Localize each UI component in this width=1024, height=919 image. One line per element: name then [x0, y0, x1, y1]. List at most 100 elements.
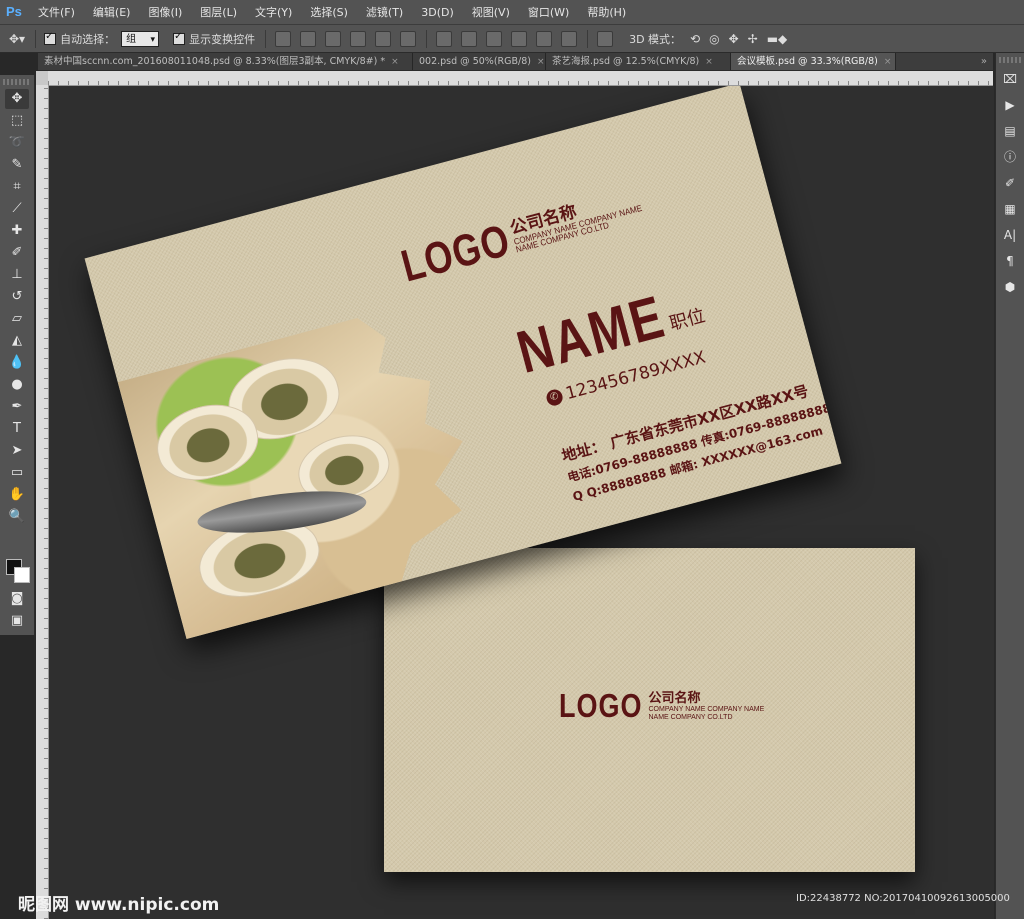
screen-mode-icon[interactable]: ▣: [5, 611, 29, 631]
tab-document-3[interactable]: 茶艺海报.psd @ 12.5%(CMYK/8) ×: [546, 53, 731, 70]
eyedropper-tool-icon[interactable]: ⟋: [5, 199, 29, 219]
menu-window[interactable]: 窗口(W): [528, 4, 569, 20]
align-left-button[interactable]: [350, 30, 367, 47]
back-company-name-en-2: NAME COMPANY CO.LTD: [648, 713, 733, 721]
gradient-tool-icon[interactable]: ◭: [5, 331, 29, 351]
phone-icon: ✆: [544, 387, 565, 408]
tab-document-1[interactable]: 素材中国sccnn.com_201608011048.psd @ 8.33%(图…: [38, 53, 413, 70]
move-tool-icon[interactable]: ✥: [5, 89, 29, 109]
close-icon[interactable]: ×: [884, 57, 892, 67]
tab-label: 茶艺海报.psd @ 12.5%(CMYK/8): [552, 56, 700, 67]
front-logo-text: LOGO: [395, 213, 516, 292]
close-icon[interactable]: ×: [537, 57, 545, 67]
crop-tool-icon[interactable]: ⌗: [5, 177, 29, 197]
menu-view[interactable]: 视图(V): [472, 4, 510, 20]
roll-3d-icon[interactable]: ◎: [709, 32, 719, 46]
watermark-right: ID:22438772 NO:20170410092613005000: [796, 893, 1010, 904]
tab-document-2[interactable]: 002.psd @ 50%(RGB/8) ×: [413, 53, 546, 70]
scale-3d-icon[interactable]: ▬◆: [767, 32, 788, 46]
brush-presets-panel-icon[interactable]: ▦: [1000, 199, 1020, 219]
toolbox-grip[interactable]: [3, 79, 31, 85]
distribute-hcenter-button[interactable]: [536, 30, 553, 47]
eraser-tool-icon[interactable]: ▱: [5, 309, 29, 329]
hand-tool-icon[interactable]: ✋: [5, 485, 29, 505]
brush-panel-icon[interactable]: ✐: [1000, 173, 1020, 193]
align-bottom-button[interactable]: [325, 30, 342, 47]
background-color-swatch[interactable]: [14, 567, 30, 583]
align-hcenter-button[interactable]: [375, 30, 392, 47]
zoom-tool-icon[interactable]: 🔍: [5, 507, 29, 527]
divider: [426, 29, 428, 48]
auto-select-checkbox[interactable]: 自动选择：: [44, 31, 115, 47]
auto-align-button[interactable]: [597, 30, 614, 47]
tabs-overflow-button[interactable]: »: [975, 53, 993, 70]
lasso-tool-icon[interactable]: ➰: [5, 133, 29, 153]
character-panel-icon[interactable]: A|: [1000, 225, 1020, 245]
distribute-vcenter-button[interactable]: [461, 30, 478, 47]
photoshop-logo: Ps: [6, 4, 22, 19]
ruler-origin[interactable]: [36, 71, 48, 85]
menu-3d[interactable]: 3D(D): [421, 6, 454, 19]
distribute-bottom-button[interactable]: [486, 30, 503, 47]
document-canvas[interactable]: LOGO 公司名称 COMPANY NAME COMPANY NAME NAME…: [49, 86, 994, 919]
menu-help[interactable]: 帮助(H): [587, 4, 626, 20]
3d-panel-icon[interactable]: ⬢: [1000, 277, 1020, 297]
show-transform-checkbox[interactable]: 显示变换控件: [173, 31, 255, 47]
info-panel-icon[interactable]: ⓘ: [1000, 147, 1020, 167]
history-panel-icon[interactable]: ⌧: [1000, 69, 1020, 89]
align-top-button[interactable]: [275, 30, 292, 47]
stamp-tool-icon[interactable]: ⊥: [5, 265, 29, 285]
menu-layer[interactable]: 图层(L): [200, 4, 237, 20]
back-logo-text: LOGO: [559, 687, 643, 725]
blur-tool-icon[interactable]: 💧: [5, 353, 29, 373]
type-tool-icon[interactable]: T: [5, 419, 29, 439]
business-card-back: LOGO 公司名称 COMPANY NAME COMPANY NAME NAME…: [384, 548, 915, 872]
menu-bar: Ps 文件(F) 编辑(E) 图像(I) 图层(L) 文字(Y) 选择(S) 滤…: [0, 0, 1024, 25]
marquee-tool-icon[interactable]: ⬚: [5, 111, 29, 131]
quick-select-tool-icon[interactable]: ✎: [5, 155, 29, 175]
tab-label: 会议模板.psd @ 33.3%(RGB/8): [737, 56, 878, 67]
checkbox-icon: [44, 31, 57, 45]
actions-panel-icon[interactable]: ▶: [1000, 95, 1020, 115]
history-brush-tool-icon[interactable]: ↺: [5, 287, 29, 307]
menu-image[interactable]: 图像(I): [148, 4, 182, 20]
checkbox-icon: [173, 31, 186, 45]
menu-type[interactable]: 文字(Y): [255, 4, 292, 20]
distribute-top-button[interactable]: [436, 30, 453, 47]
distribute-right-button[interactable]: [561, 30, 578, 47]
menu-filter[interactable]: 滤镜(T): [366, 4, 403, 20]
dodge-tool-icon[interactable]: ●: [5, 375, 29, 395]
options-bar: ✥▾ 自动选择： 组 显示变换控件 3D 模式： ⟲ ◎ ✥ ✢ ▬◆: [0, 25, 1024, 53]
rotate-3d-icon[interactable]: ⟲: [690, 32, 700, 46]
align-right-button[interactable]: [400, 30, 417, 47]
back-company-name-cn: 公司名称: [648, 690, 701, 706]
distribute-left-button[interactable]: [511, 30, 528, 47]
slide-3d-icon[interactable]: ✢: [748, 32, 758, 46]
horizontal-ruler[interactable]: [48, 71, 993, 86]
divider: [265, 29, 267, 48]
drag-3d-icon[interactable]: ✥: [729, 32, 739, 46]
watermark-left: 昵图网 www.nipic.com: [18, 895, 220, 915]
dock-grip[interactable]: [999, 57, 1022, 63]
shape-tool-icon[interactable]: ▭: [5, 463, 29, 483]
auto-select-dropdown[interactable]: 组: [121, 30, 160, 48]
tab-label: 002.psd @ 50%(RGB/8): [419, 56, 531, 67]
vertical-ruler[interactable]: [36, 85, 49, 919]
brush-tool-icon[interactable]: ✐: [5, 243, 29, 263]
quick-mask-icon[interactable]: ◙: [5, 589, 29, 609]
paragraph-panel-icon[interactable]: ¶: [1000, 251, 1020, 271]
job-title: 职位: [667, 305, 708, 335]
menu-select[interactable]: 选择(S): [310, 4, 348, 20]
close-icon[interactable]: ×: [391, 57, 399, 67]
pen-tool-icon[interactable]: ✒: [5, 397, 29, 417]
menu-file[interactable]: 文件(F): [38, 4, 75, 20]
close-icon[interactable]: ×: [705, 57, 713, 67]
menu-edit[interactable]: 编辑(E): [93, 4, 131, 20]
adjustments-panel-icon[interactable]: ▤: [1000, 121, 1020, 141]
tab-document-4-active[interactable]: 会议模板.psd @ 33.3%(RGB/8) ×: [731, 53, 896, 70]
align-vcenter-button[interactable]: [300, 30, 317, 47]
toolbox: ✥ ⬚ ➰ ✎ ⌗ ⟋ ✚ ✐ ⊥ ↺ ▱ ◭ 💧 ● ✒ T ➤ ▭ ✋ 🔍 …: [0, 75, 35, 635]
move-tool-preset-icon[interactable]: ✥▾: [9, 32, 25, 46]
healing-tool-icon[interactable]: ✚: [5, 221, 29, 241]
path-select-tool-icon[interactable]: ➤: [5, 441, 29, 461]
